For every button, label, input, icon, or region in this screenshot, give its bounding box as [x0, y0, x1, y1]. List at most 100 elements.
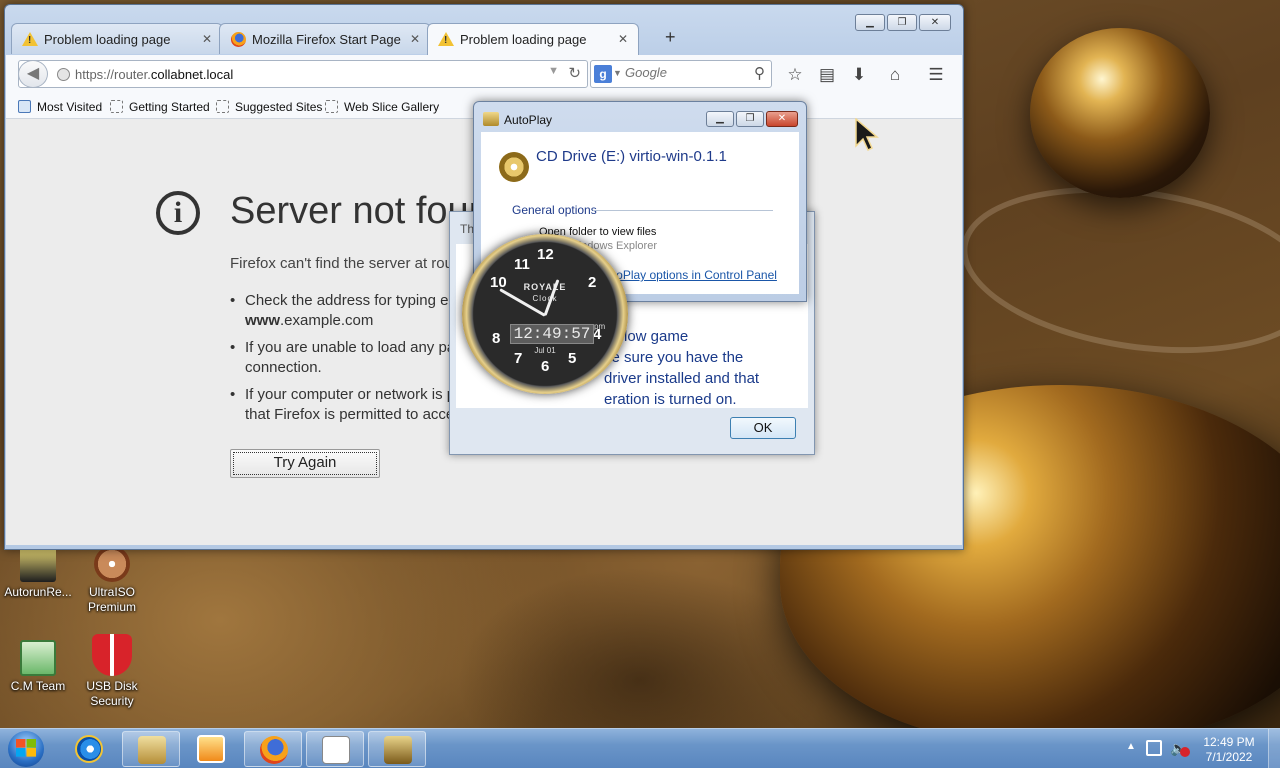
internet-explorer-icon [75, 735, 103, 763]
url-history-dropdown-icon[interactable]: ▼ [548, 65, 559, 77]
desktop-icon-label: C.M Team [10, 679, 66, 693]
ok-button[interactable]: OK [730, 417, 796, 439]
most-visited-icon [18, 100, 31, 113]
engine-dropdown-icon[interactable]: ▼ [613, 68, 622, 78]
tab-close-icon[interactable]: ✕ [202, 32, 212, 46]
maximize-button[interactable]: ❐ [887, 14, 917, 31]
clock-gadget[interactable]: 12 2 4 5 6 7 8 10 11 ROYALE Clock 12:49:… [460, 234, 630, 396]
tab-problem-loading-active[interactable]: Problem loading page ✕ [427, 23, 639, 55]
bookmark-suggested-sites[interactable]: Suggested Sites [216, 100, 322, 114]
autoplay-title: AutoPlay [504, 113, 553, 127]
solitaire-cards-icon [322, 736, 350, 764]
clock-numeral: 12 [537, 246, 554, 263]
firefox-icon [230, 32, 246, 47]
bookmarks-menu-icon[interactable]: ▤ [815, 63, 839, 87]
section-heading: General options [512, 203, 597, 217]
minimize-button[interactable]: ▁ [706, 111, 734, 127]
globe-icon [57, 68, 70, 81]
bookmark-page-icon [216, 100, 229, 113]
show-hidden-icons-icon[interactable]: ▲ [1126, 741, 1136, 752]
url-text[interactable]: https://router.collabnet.local [75, 67, 233, 82]
clock-numeral: 11 [514, 256, 530, 273]
taskbar-ie[interactable] [60, 731, 118, 767]
clock-brand-sub: Clock [532, 294, 558, 303]
windows-logo-icon [16, 739, 36, 757]
close-button[interactable]: ✕ [766, 111, 798, 127]
maximize-button[interactable]: ❐ [736, 111, 764, 127]
media-player-icon [197, 735, 225, 763]
taskbar-explorer[interactable] [122, 731, 180, 767]
bookmark-page-icon [325, 100, 338, 113]
autoplay-icon [483, 112, 499, 126]
warning-icon [438, 32, 454, 48]
taskbar-firefox[interactable] [244, 731, 302, 767]
info-icon: i [156, 191, 200, 235]
clock-numeral: 6 [541, 358, 550, 375]
tab-label: Problem loading page [44, 32, 171, 47]
downloads-icon[interactable]: ⬇ [847, 63, 871, 87]
network-icon[interactable] [1146, 740, 1162, 756]
desktop-icon-label: USB Disk Security [86, 679, 138, 708]
search-icon[interactable]: ⚲ [754, 64, 765, 82]
reload-icon[interactable]: ↻ [568, 64, 581, 82]
google-engine-icon[interactable]: g [594, 65, 612, 83]
dialog-message: d slow game ke sure you have the driver … [604, 328, 760, 408]
taskbar-autoplay[interactable] [368, 731, 426, 767]
ultraiso-icon [94, 546, 130, 582]
autoplay-window-icon [384, 736, 412, 764]
window-controls: ▁ ❐ ✕ [855, 14, 951, 31]
shield-icon [92, 634, 132, 676]
taskbar: ▲ 🔈 12:49 PM 7/1/2022 [0, 728, 1280, 768]
clock-digital-time: 12:49:57 [510, 324, 594, 344]
firefox-icon [260, 736, 288, 764]
system-clock[interactable]: 12:49 PM 7/1/2022 [1196, 735, 1262, 765]
desktop-icon-usb-disk-security[interactable]: USB Disk Security [74, 634, 150, 709]
tab-strip: Problem loading page ✕ Mozilla Firefox S… [11, 23, 639, 55]
nav-toolbar: ◀ https://router.collabnet.local ▼ ↻ g ▼… [6, 55, 962, 95]
desktop-icon-label: UltraISO Premium [87, 585, 136, 614]
bookmark-getting-started[interactable]: Getting Started [110, 100, 210, 114]
show-desktop-button[interactable] [1268, 729, 1280, 768]
back-arrow-icon[interactable]: ◀ [18, 60, 48, 88]
home-icon[interactable]: ⌂ [883, 63, 907, 87]
drive-label: CD Drive (E:) virtio-win-0.1.1 [536, 148, 727, 165]
certificate-icon [20, 640, 56, 676]
tab-problem-loading-1[interactable]: Problem loading page ✕ [11, 23, 223, 54]
tab-firefox-start[interactable]: Mozilla Firefox Start Page ✕ [219, 23, 431, 54]
try-again-button[interactable]: Try Again [230, 449, 380, 478]
clock-brand: ROYALE [523, 282, 567, 292]
tab-close-icon[interactable]: ✕ [410, 32, 420, 46]
desktop-icon-label: AutorunRe... [4, 585, 72, 599]
warning-icon [22, 32, 38, 48]
cd-drive-icon [499, 152, 529, 182]
system-date: 7/1/2022 [1205, 750, 1253, 764]
system-time: 12:49 PM [1203, 735, 1255, 749]
taskbar-media-player[interactable] [182, 731, 240, 767]
autoplay-window-controls: ▁ ❐ ✕ [706, 111, 798, 127]
start-button[interactable] [2, 729, 54, 768]
close-button[interactable]: ✕ [919, 14, 951, 31]
desktop-icon-autorunremover[interactable]: AutorunRe... [0, 546, 76, 600]
tab-label: Mozilla Firefox Start Page [252, 32, 401, 47]
clock-ampm: pm [594, 322, 606, 331]
clock-numeral: 8 [492, 330, 501, 347]
search-input[interactable] [625, 65, 745, 80]
desktop-icon-ultraiso[interactable]: UltraISO Premium [74, 546, 150, 615]
desktop-icon-cm-team[interactable]: C.M Team [0, 640, 76, 694]
new-tab-plus-icon[interactable]: + [665, 27, 676, 48]
file-explorer-icon [138, 736, 166, 764]
bookmark-page-icon [110, 100, 123, 113]
bookmark-star-icon[interactable]: ☆ [783, 63, 807, 87]
divider [593, 210, 773, 211]
autorun-icon [20, 546, 56, 582]
bookmark-web-slice-gallery[interactable]: Web Slice Gallery [325, 100, 439, 114]
tab-label: Problem loading page [460, 32, 587, 47]
menu-icon[interactable]: ☰ [924, 63, 948, 87]
tab-close-icon[interactable]: ✕ [618, 32, 628, 46]
minimize-button[interactable]: ▁ [855, 14, 885, 31]
bookmark-most-visited[interactable]: Most Visited [18, 100, 102, 114]
search-box[interactable]: g ▼ ⚲ [590, 60, 772, 88]
taskbar-solitaire[interactable] [306, 731, 364, 767]
url-bar[interactable]: ◀ https://router.collabnet.local ▼ ↻ [18, 60, 588, 88]
clock-date: Jul 01 [534, 346, 556, 355]
